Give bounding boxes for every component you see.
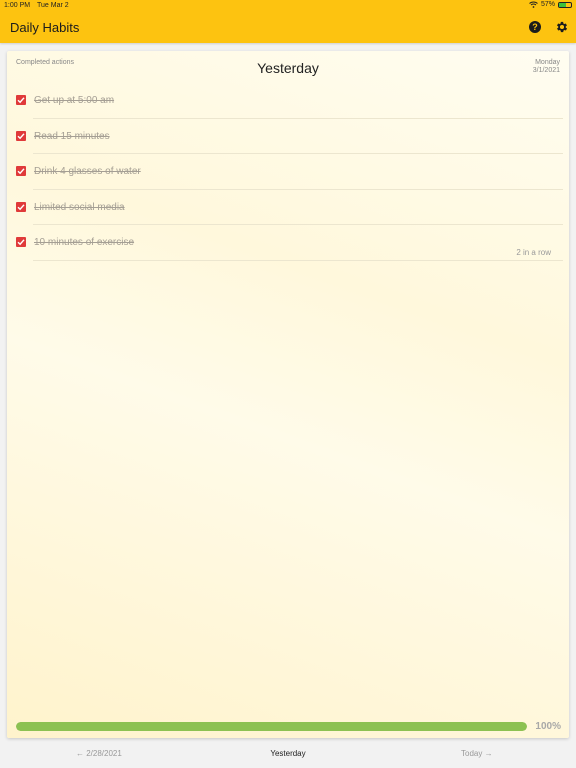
wifi-icon: [529, 1, 538, 8]
checkmark-icon: [17, 168, 25, 175]
app-title: Daily Habits: [10, 20, 80, 35]
habit-row[interactable]: Read 15 minutes: [7, 119, 569, 154]
habit-row[interactable]: Limited social media: [7, 190, 569, 225]
battery-icon: [558, 1, 572, 8]
checkmark-icon: [17, 203, 25, 210]
checkbox-checked[interactable]: [16, 166, 26, 176]
card-day-name: Monday: [535, 59, 560, 66]
checkbox-checked[interactable]: [16, 237, 26, 247]
row-divider: [33, 259, 563, 261]
app-screen: 1:00 PM Tue Mar 2 57% Daily Habits ? Com…: [0, 0, 576, 768]
habit-row[interactable]: Get up at 5:00 am: [7, 83, 569, 119]
progress-percent: 100%: [535, 721, 561, 732]
habit-label: 10 minutes of exercise: [34, 237, 135, 248]
checkmark-icon: [17, 132, 25, 139]
habit-row[interactable]: Drink 4 glasses of water: [7, 154, 569, 190]
checkbox-checked[interactable]: [16, 201, 26, 212]
habit-list: Get up at 5:00 am Read 15 minutes Drink …: [7, 83, 569, 261]
battery-percent: 57%: [540, 1, 555, 8]
card-title: Yesterday: [257, 60, 319, 76]
status-date: Tue Mar 2: [37, 2, 69, 9]
status-right: 57%: [529, 1, 572, 8]
streak-label: 2 in a row: [516, 248, 551, 257]
habit-row[interactable]: 10 minutes of exercise: [7, 225, 569, 261]
status-bar: 1:00 PM Tue Mar 2 57%: [0, 0, 576, 12]
bottom-nav: ← 2/28/2021 Yesterday Today →: [0, 742, 576, 768]
habit-label: Get up at 5:00 am: [34, 95, 115, 106]
habit-label: Limited social media: [34, 201, 125, 213]
status-time: 1:00 PM: [4, 2, 31, 9]
card-date: Monday 3/1/2021: [533, 59, 560, 75]
checkmark-icon: [17, 239, 25, 246]
battery-fill: [559, 2, 566, 7]
progress-bar: [16, 722, 527, 731]
next-day-link[interactable]: Today →: [461, 749, 493, 758]
habits-card: Completed actions Yesterday Monday 3/1/2…: [7, 51, 569, 738]
checkmark-icon: [17, 97, 25, 104]
gear-icon[interactable]: [555, 20, 569, 34]
habit-label: Drink 4 glasses of water: [34, 166, 141, 177]
question-circle-icon[interactable]: ?: [529, 21, 541, 33]
habit-label: Read 15 minutes: [34, 130, 110, 142]
app-bar: 1:00 PM Tue Mar 2 57% Daily Habits ?: [0, 0, 576, 43]
progress-fill: [16, 722, 527, 731]
checkbox-checked[interactable]: [16, 95, 26, 105]
card-date-value: 3/1/2021: [532, 67, 560, 74]
checkbox-checked[interactable]: [16, 130, 26, 141]
